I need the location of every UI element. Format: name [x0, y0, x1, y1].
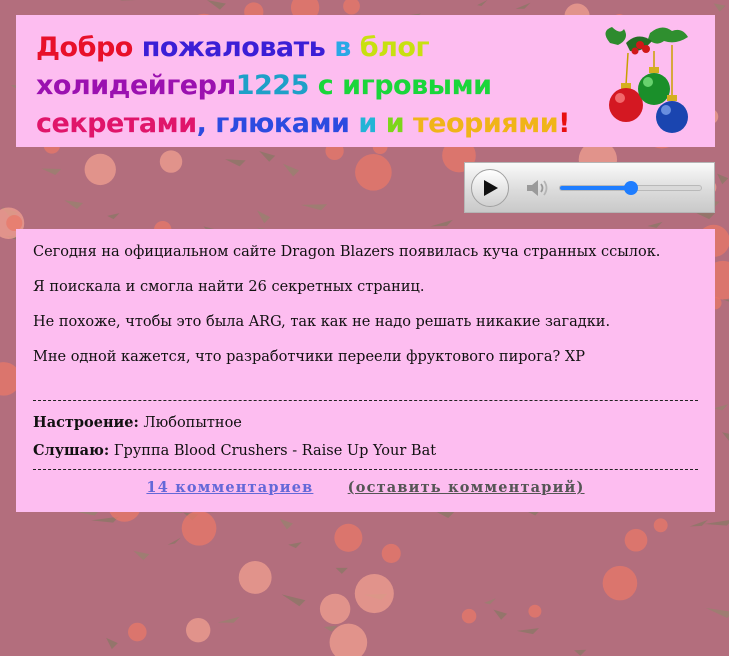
- post-body: Сегодня на официальном сайте Dragon Blaz…: [33, 243, 698, 366]
- title-segment: теориями: [413, 108, 559, 139]
- blog-title: Добро пожаловать в блог холидейгерл1225 с…: [36, 29, 596, 143]
- title-segment: с игровыми: [317, 70, 492, 101]
- title-segment: в: [334, 32, 360, 63]
- play-icon: [484, 180, 498, 196]
- audio-player: [464, 162, 715, 213]
- title-segment: Добро: [36, 32, 142, 63]
- blog-header: Добро пожаловать в блог холидейгерл1225 с…: [16, 15, 715, 147]
- volume-icon[interactable]: [525, 178, 549, 198]
- volume-slider-thumb[interactable]: [623, 181, 638, 195]
- title-segment: холидейгерл: [36, 70, 236, 101]
- mood-row: Настроение: Любопытное: [33, 409, 698, 437]
- post-paragraph: Мне одной кажется, что разработчики пере…: [33, 349, 585, 365]
- post-paragraph: Не похоже, чтобы это была ARG, так как н…: [33, 314, 611, 330]
- mood-label: Настроение:: [33, 414, 139, 431]
- comments-link[interactable]: 14 комментариев: [146, 479, 313, 496]
- title-segment: и: [385, 108, 414, 139]
- music-value: Группа Blood Crushers - Raise Up Your Ba…: [113, 443, 437, 459]
- christmas-ornaments-icon: [605, 27, 688, 133]
- post-paragraph: Сегодня на официальном сайте Dragon Blaz…: [33, 244, 661, 260]
- mood-value: Любопытное: [143, 415, 242, 431]
- title-segment: секретами: [36, 108, 197, 139]
- play-button[interactable]: [471, 169, 509, 207]
- blog-post: Сегодня на официальном сайте Dragon Blaz…: [16, 229, 715, 512]
- title-segment: !: [558, 108, 570, 139]
- title-segment: блог: [359, 32, 430, 63]
- leave-comment-link[interactable]: (оставить комментарий): [348, 479, 585, 496]
- title-segment: 1225: [235, 70, 318, 101]
- comment-links: 14 комментариев (оставить комментарий): [33, 479, 698, 496]
- post-meta: Настроение: Любопытное Слушаю: Группа Bl…: [33, 409, 698, 465]
- music-label: Слушаю:: [33, 442, 110, 459]
- title-segment: пожаловать: [141, 32, 335, 63]
- music-row: Слушаю: Группа Blood Crushers - Raise Up…: [33, 437, 698, 465]
- volume-slider-fill: [560, 186, 631, 190]
- title-segment: , глюками: [196, 108, 359, 139]
- divider-top: [33, 400, 698, 401]
- divider-bottom: [33, 469, 698, 470]
- post-paragraph: Я поискала и смогла найти 26 секретных с…: [33, 279, 425, 295]
- volume-slider[interactable]: [559, 181, 702, 195]
- title-segment: и: [358, 108, 386, 139]
